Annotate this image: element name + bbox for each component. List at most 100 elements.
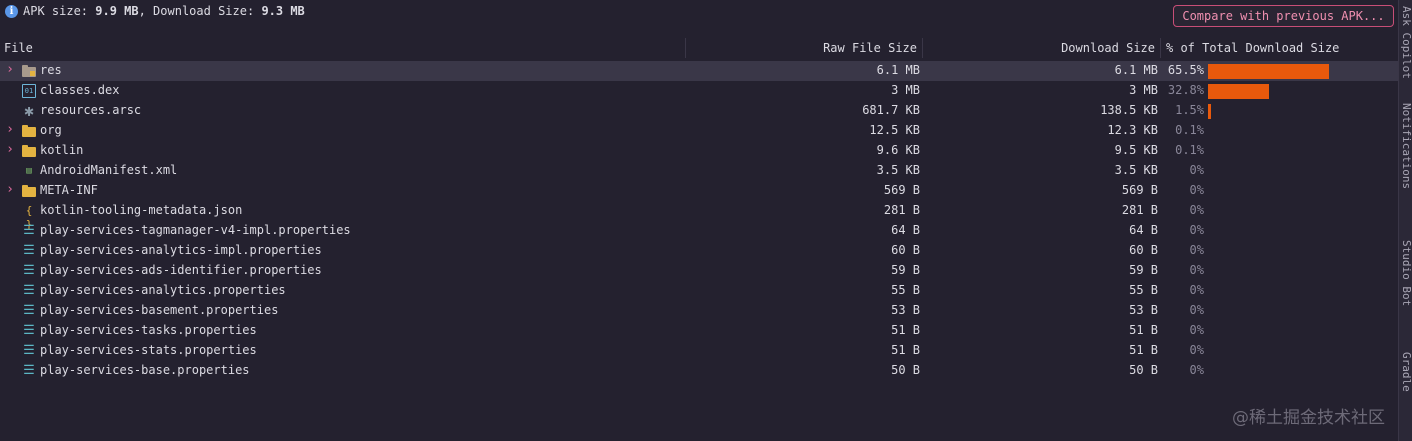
chevron-right-icon[interactable]: › (4, 143, 16, 157)
table-row[interactable]: { } kotlin-tooling-metadata.json 281 B 281 … (0, 201, 1398, 231)
table-row[interactable]: 01 classes.dex 3 MB 3 MB 32.8% (0, 81, 1398, 101)
download-size: 55 B (1129, 283, 1158, 297)
size-share-bar (1208, 64, 1329, 79)
side-tab-studio-bot[interactable]: Studio Bot (1400, 240, 1412, 306)
raw-file-size: 51 B (891, 323, 920, 337)
file-name: META-INF (40, 183, 98, 197)
table-row[interactable]: ☰ play-services-basement.properties 53 B 53… (0, 301, 1398, 321)
arsc-file-icon: ✱ (24, 101, 34, 120)
folder-icon (22, 185, 36, 197)
download-size: 9.5 KB (1114, 143, 1158, 157)
dex-file-icon: 01 (22, 84, 36, 98)
file-name: play-services-ads-identifier.properties (40, 263, 322, 277)
table-row[interactable]: ☰ play-services-analytics-impl.properties… (0, 241, 1398, 261)
chevron-right-icon[interactable]: › (4, 123, 16, 137)
percent-of-total: 32.8% (1167, 83, 1204, 97)
file-name: play-services-base.properties (40, 363, 250, 377)
table-row[interactable]: ☰ play-services-tasks.properties 51 B 51 B 0… (0, 321, 1398, 341)
size-share-bar (1208, 84, 1269, 99)
percent-of-total: 0% (1189, 283, 1204, 297)
raw-file-size: 3 MB (891, 83, 920, 97)
manifest-file-icon: ▤ (26, 166, 32, 176)
raw-file-size: 281 B (883, 203, 920, 217)
file-name: play-services-tasks.properties (40, 323, 257, 337)
table-row[interactable]: ☰ play-services-ads-identifier.properties… (0, 261, 1398, 281)
raw-file-size: 6.1 MB (876, 63, 920, 77)
file-name: kotlin (40, 143, 84, 157)
download-size: 3.5 KB (1114, 163, 1158, 177)
info-icon: i (5, 5, 18, 18)
folder-res-icon (22, 65, 36, 77)
raw-file-size: 12.5 KB (869, 123, 920, 137)
download-size: 64 B (1129, 223, 1158, 237)
download-size: 3 MB (1129, 83, 1158, 97)
percent-of-total: 0.1% (1175, 123, 1204, 137)
chevron-right-icon[interactable]: › (4, 183, 16, 197)
table-row[interactable]: ☰ play-services-tagmanager-v4-impl.proper… (0, 221, 1398, 241)
compare-with-previous-apk-button[interactable]: Compare with previous APK... (1173, 5, 1394, 27)
percent-of-total: 0% (1189, 323, 1204, 337)
download-size: 51 B (1129, 343, 1158, 357)
column-divider[interactable] (685, 38, 686, 58)
table-row[interactable]: ☰ play-services-analytics.properties 55 B 5… (0, 281, 1398, 301)
raw-file-size: 59 B (891, 263, 920, 277)
chevron-right-icon[interactable]: › (4, 63, 16, 77)
raw-file-size: 51 B (891, 343, 920, 357)
table-row[interactable]: ✱ resources.arsc 681.7 KB 138.5 KB 1.5% (0, 101, 1398, 121)
raw-file-size: 3.5 KB (876, 163, 920, 177)
summary-bar: i APK size: 9.9 MB, Download Size: 9.3 M… (0, 0, 1398, 34)
side-tab-gradle[interactable]: Gradle (1400, 352, 1412, 392)
download-size: 6.1 MB (1114, 63, 1158, 77)
size-share-bar (1208, 104, 1211, 119)
column-download-size[interactable]: Download Size (1061, 41, 1155, 55)
properties-file-icon: ☰ (23, 283, 35, 298)
raw-file-size: 53 B (891, 303, 920, 317)
column-percent-total[interactable]: % of Total Download Size (1166, 41, 1339, 55)
download-size: 281 B (1121, 203, 1158, 217)
raw-file-size: 55 B (891, 283, 920, 297)
table-row[interactable]: ▤ AndroidManifest.xml 3.5 KB 3.5 KB 0% (0, 161, 1398, 181)
raw-file-size: 569 B (883, 183, 920, 197)
right-tool-strip: Ask Copilot Notifications Studio Bot Gra… (1398, 0, 1412, 441)
table-row[interactable]: › kotlin 9.6 KB 9.5 KB 0.1% (0, 141, 1398, 161)
percent-of-total: 1.5% (1175, 103, 1204, 117)
file-name: play-services-stats.properties (40, 343, 257, 357)
file-name: resources.arsc (40, 103, 142, 117)
properties-file-icon: ☰ (23, 243, 35, 258)
download-size: 569 B (1121, 183, 1158, 197)
table-row[interactable]: › org 12.5 KB 12.3 KB 0.1% (0, 121, 1398, 141)
properties-file-icon: ☰ (23, 263, 35, 278)
column-file[interactable]: File (4, 41, 33, 55)
table-row[interactable]: › META-INF 569 B 569 B 0% (0, 181, 1398, 201)
percent-of-total: 65.5% (1167, 63, 1204, 77)
file-name: org (40, 123, 62, 137)
properties-file-icon: ☰ (23, 323, 35, 338)
table-row[interactable]: ☰ play-services-base.properties 50 B 50 B 0% (0, 361, 1398, 381)
percent-of-total: 0.1% (1175, 143, 1204, 157)
column-raw-file-size[interactable]: Raw File Size (823, 41, 917, 55)
folder-icon (22, 145, 36, 157)
download-size: 53 B (1129, 303, 1158, 317)
folder-icon (22, 125, 36, 137)
json-file-icon: { } (25, 204, 33, 231)
column-divider[interactable] (1160, 38, 1161, 58)
raw-file-size: 9.6 KB (876, 143, 920, 157)
percent-of-total: 0% (1189, 163, 1204, 177)
table-header: File Raw File Size Download Size % of To… (0, 38, 1398, 58)
raw-file-size: 60 B (891, 243, 920, 257)
table-row[interactable]: › res 6.1 MB 6.1 MB 65.5% (0, 61, 1398, 81)
percent-of-total: 0% (1189, 303, 1204, 317)
file-name: play-services-analytics-impl.properties (40, 243, 322, 257)
download-size: 138.5 KB (1100, 103, 1158, 117)
file-name: play-services-basement.properties (40, 303, 279, 317)
file-name: AndroidManifest.xml (40, 163, 178, 177)
apk-size-summary: APK size: 9.9 MB, Download Size: 9.3 MB (23, 4, 305, 18)
side-tab-ask-copilot[interactable]: Ask Copilot (1400, 6, 1412, 79)
percent-of-total: 0% (1189, 183, 1204, 197)
download-size: 60 B (1129, 243, 1158, 257)
table-row[interactable]: ☰ play-services-stats.properties 51 B 51 B 0… (0, 341, 1398, 361)
column-divider[interactable] (922, 38, 923, 58)
percent-of-total: 0% (1189, 343, 1204, 357)
percent-of-total: 0% (1189, 363, 1204, 377)
side-tab-notifications[interactable]: Notifications (1400, 103, 1412, 189)
